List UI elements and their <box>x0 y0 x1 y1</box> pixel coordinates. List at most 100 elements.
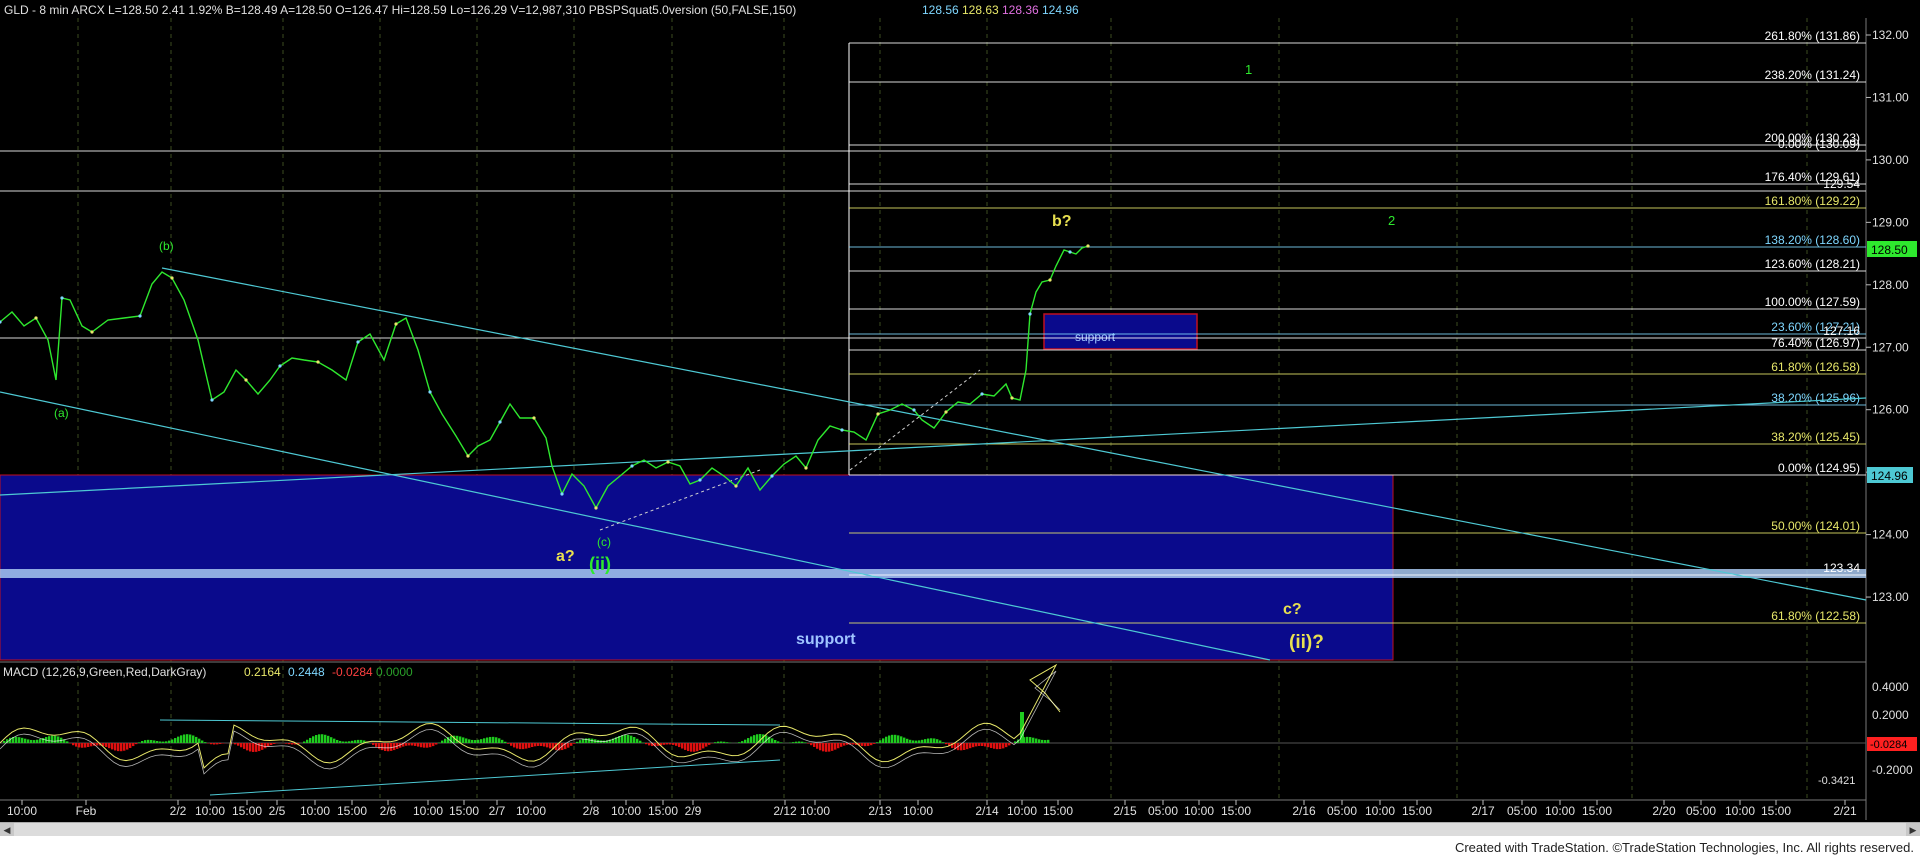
support-zone-label: support <box>796 631 856 648</box>
macd-hist-bar <box>66 741 69 743</box>
macd-hist-bar <box>825 743 828 752</box>
macd-hist-bar <box>531 743 534 748</box>
macd-hist-bar <box>828 743 831 752</box>
macd-hist-bar <box>987 743 990 748</box>
macd-hist-bar <box>411 743 414 746</box>
macd-hist-bar <box>927 738 930 743</box>
price-dot <box>278 364 282 368</box>
price-dot <box>532 416 536 420</box>
time-tick-label: 15:00 <box>648 804 678 818</box>
footer-credit: Created with TradeStation. ©TradeStation… <box>1454 840 1914 855</box>
price-tick-label: 123.00 <box>1872 590 1909 604</box>
macd-hist-bar <box>834 743 837 750</box>
scroll-right-icon[interactable]: ▶ <box>1906 823 1920 837</box>
macd-hist-bar <box>975 743 978 747</box>
macd-hist-bar <box>912 740 915 743</box>
macd-hist-bar <box>27 739 30 743</box>
macd-hist-bar <box>678 743 681 748</box>
macd-hist-bar <box>219 743 222 744</box>
macd-hist-bar <box>417 743 420 747</box>
time-tick-label: 2/12 <box>773 804 797 818</box>
macd-hist-bar <box>348 741 351 743</box>
macd-hist-bar <box>885 736 888 743</box>
macd-hist-bar <box>273 743 276 744</box>
indicator-values: 128.56 128.63 128.36 124.96 <box>922 3 1079 17</box>
macd-hist-bar <box>573 743 576 744</box>
macd-hist-bar <box>648 743 651 746</box>
wave-b-paren: (b) <box>159 239 174 253</box>
macd-hist-bar <box>129 743 132 748</box>
macd-hist-bar <box>816 743 819 749</box>
macd-hist-bar <box>159 741 162 743</box>
macd-hist-bar <box>486 737 489 743</box>
macd-hist-bar <box>135 743 138 745</box>
price-dot <box>770 474 774 478</box>
time-tick-label: 2/9 <box>685 804 702 818</box>
wave-a-paren: (a) <box>54 406 69 420</box>
macd-hist-bar <box>408 743 411 746</box>
macd-hist-bar <box>894 734 897 743</box>
macd-hist-bar <box>216 743 219 745</box>
macd-hist-bar <box>723 741 726 743</box>
fib-label: 123.60% (128.21) <box>1765 257 1860 271</box>
macd-hist-bar <box>870 743 873 746</box>
macd-hist-bar <box>246 743 249 751</box>
macd-hist-bar <box>75 743 78 747</box>
price-tick-label: 126.00 <box>1872 403 1909 417</box>
wave-c-question: c? <box>1283 601 1302 618</box>
time-tick-label: 10:00 <box>1365 804 1395 818</box>
macd-hist-bar <box>996 743 999 750</box>
horizontal-scrollbar[interactable]: ◀ ▶ <box>0 822 1920 837</box>
macd-value: 0.2448 <box>288 665 325 679</box>
macd-hist-bar <box>549 743 552 749</box>
price-dot <box>630 464 634 468</box>
macd-hist-bar <box>237 743 240 746</box>
macd-hist-bar <box>474 740 477 743</box>
macd-hist-bar <box>771 738 774 743</box>
scroll-left-icon[interactable]: ◀ <box>0 823 14 837</box>
macd-hist-bar <box>195 736 198 743</box>
fib-label: 61.80% (126.58) <box>1771 360 1860 374</box>
macd-hist-bar <box>36 739 39 743</box>
macd-hist-bar <box>372 743 375 745</box>
macd-hist-bar <box>33 740 36 743</box>
time-tick-label: 10:00 <box>611 804 641 818</box>
macd-hist-bar <box>843 743 846 746</box>
indicator-value: 128.56 <box>922 3 959 17</box>
macd-hist-bar <box>498 738 501 743</box>
macd-hist-bar <box>837 743 840 749</box>
macd-hist-bar <box>822 743 825 752</box>
price-dot <box>138 314 142 318</box>
macd-hist-bar <box>360 739 363 743</box>
time-tick-label: Feb <box>76 804 97 818</box>
target-1-label: 1 <box>1245 62 1252 77</box>
price-dot <box>34 316 38 320</box>
macd-hist-bar <box>258 743 261 752</box>
macd-hist-bar <box>420 743 423 748</box>
macd-hist-bar <box>693 743 696 752</box>
macd-hist-bar <box>972 743 975 748</box>
time-tick-label: 2/20 <box>1652 804 1676 818</box>
macd-hist-bar <box>414 743 417 746</box>
macd-hist-bar <box>171 739 174 743</box>
macd-hist-bar <box>315 735 318 743</box>
wave-c-paren: (c) <box>597 535 611 549</box>
macd-hist-bar <box>132 743 135 747</box>
macd-hist-bar <box>681 743 684 749</box>
macd-hist-bar <box>186 734 189 743</box>
macd-hist-bar <box>309 737 312 743</box>
fib-label: 0.00% (124.95) <box>1778 461 1860 475</box>
macd-hist-bar <box>333 738 336 743</box>
macd-hist-bar <box>777 741 780 743</box>
macd-hist-bar <box>1029 737 1032 743</box>
macd-hist-bar <box>39 739 42 743</box>
macd-hist-bar <box>582 738 585 743</box>
time-tick-label: 2/14 <box>975 804 999 818</box>
macd-hist-bar <box>210 743 213 745</box>
macd-hist-bar <box>1005 743 1008 748</box>
price-dot <box>1028 312 1032 316</box>
price-dot <box>980 392 984 396</box>
macd-hist-bar <box>504 741 507 743</box>
macd-hist-bar <box>687 743 690 752</box>
macd-hist-bar <box>489 736 492 743</box>
